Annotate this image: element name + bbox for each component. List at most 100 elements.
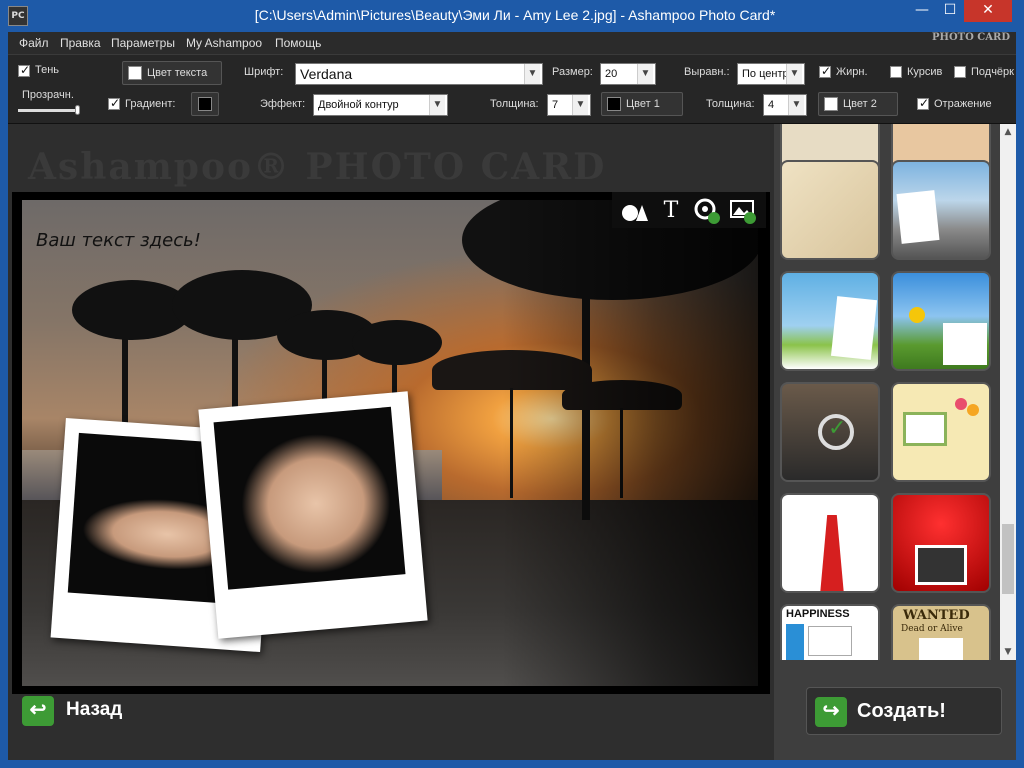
align-label: Выравн.:: [684, 66, 730, 78]
thickness2-value: 4: [768, 99, 775, 111]
window-border-bottom: [0, 760, 1024, 768]
transparency-label: Прозрачн.: [22, 89, 74, 101]
size-value: 20: [605, 68, 618, 80]
shapes-icon[interactable]: [620, 197, 650, 225]
text-toolbar: Тень Цвет текста Шрифт: Verdana ▼ Размер…: [8, 54, 1016, 124]
underline-label: Подчёрк: [971, 66, 1014, 78]
window-border-right: [1016, 32, 1024, 768]
text-icon[interactable]: T: [656, 197, 686, 225]
chevron-down-icon: ▼: [429, 95, 445, 115]
watermark: Ashampoo® PHOTO CARD: [28, 146, 607, 188]
thickness1-label: Толщина:: [490, 98, 539, 110]
thickness2-select[interactable]: 4 ▼: [763, 94, 807, 116]
scroll-down-icon[interactable]: ▼: [1000, 644, 1016, 660]
color1-label: Цвет 1: [626, 98, 660, 110]
menu-file[interactable]: Файл: [19, 36, 49, 50]
window-border-left: [0, 32, 8, 768]
polaroid-photo: [213, 406, 406, 590]
sticker-icon[interactable]: [692, 197, 722, 225]
template-red-carpet[interactable]: [780, 493, 880, 593]
shadow-overlay: [502, 200, 758, 686]
templates-scrollbar[interactable]: ▲ ▼: [1000, 124, 1016, 660]
template-route-66[interactable]: [891, 160, 991, 260]
background-photo[interactable]: Ваш текст здесь!: [22, 200, 758, 686]
app-logo: PHOTO CARD: [931, 32, 1010, 43]
color2-swatch: [824, 97, 838, 111]
create-label: Создать!: [857, 700, 946, 722]
thickness1-select[interactable]: 7 ▼: [547, 94, 591, 116]
text-color-label: Цвет текста: [147, 67, 208, 79]
gradient-color-swatch: [198, 97, 212, 111]
italic-checkbox[interactable]: [890, 66, 902, 78]
template-retro-tv[interactable]: [891, 493, 991, 593]
effect-select[interactable]: Двойной контур ▼: [313, 94, 448, 116]
window-title: [C:\Users\Admin\Pictures\Beauty\Эми Ли -…: [254, 7, 776, 23]
templates-panel: ✓ HAPPINESS WANTED Dead or Alive ▲ ▼: [774, 124, 1016, 760]
gradient-color-button[interactable]: [191, 92, 219, 116]
color1-button[interactable]: Цвет 1: [601, 92, 683, 116]
size-label: Размер:: [552, 66, 593, 78]
title-bar: PC [C:\Users\Admin\Pictures\Beauty\Эми Л…: [0, 0, 1024, 32]
font-value: Verdana: [300, 66, 353, 82]
app-icon[interactable]: PC: [8, 6, 28, 26]
minimize-button[interactable]: —: [908, 0, 936, 22]
palm-crown: [352, 320, 442, 365]
scroll-up-icon[interactable]: ▲: [1000, 124, 1016, 140]
close-button[interactable]: ✕: [964, 0, 1012, 22]
chevron-down-icon: ▼: [637, 64, 653, 84]
scrollbar-thumb[interactable]: [1002, 524, 1014, 594]
text-color-swatch: [128, 66, 142, 80]
template-old-paper[interactable]: [780, 160, 880, 260]
back-button[interactable]: ↩ Назад: [22, 694, 152, 728]
template-wanted[interactable]: WANTED Dead or Alive: [891, 604, 991, 660]
back-label: Назад: [66, 699, 123, 720]
size-select[interactable]: 20 ▼: [600, 63, 656, 85]
menu-my-ashampoo[interactable]: My Ashampoo: [186, 36, 262, 50]
chevron-down-icon: ▼: [524, 64, 540, 84]
wanted-label: WANTED: [903, 608, 970, 623]
menu-settings[interactable]: Параметры: [111, 36, 175, 50]
check-icon: ✓: [828, 416, 847, 441]
color2-button[interactable]: Цвет 2: [818, 92, 898, 116]
template-list: ✓ HAPPINESS WANTED Dead or Alive: [774, 124, 1000, 660]
maximize-button[interactable]: ☐: [936, 0, 964, 22]
transparency-slider[interactable]: [18, 105, 80, 115]
template-happiness-words[interactable]: HAPPINESS: [780, 604, 880, 660]
font-label: Шрифт:: [244, 66, 284, 78]
shadow-label: Тень: [35, 64, 60, 76]
frame-tools: T: [612, 192, 766, 228]
chevron-down-icon: ▼: [786, 64, 802, 84]
color2-label: Цвет 2: [843, 98, 877, 110]
italic-label: Курсив: [907, 66, 943, 78]
workspace: Ashampoo® PHOTO CARD Ваш текст здесь! T: [8, 124, 774, 760]
underline-checkbox[interactable]: [954, 66, 966, 78]
text-color-button[interactable]: Цвет текста: [122, 61, 222, 85]
menu-edit[interactable]: Правка: [60, 36, 101, 50]
slider-thumb[interactable]: [75, 105, 80, 115]
align-select[interactable]: По центру ▼: [737, 63, 805, 85]
bold-checkbox[interactable]: [819, 64, 831, 78]
photo-polaroid-right[interactable]: [198, 391, 428, 639]
shadow-checkbox[interactable]: [18, 63, 30, 77]
card-frame: Ваш текст здесь! T: [12, 192, 770, 694]
font-select[interactable]: Verdana ▼: [295, 63, 543, 85]
caption-text[interactable]: Ваш текст здесь!: [36, 230, 201, 251]
color1-swatch: [607, 97, 621, 111]
menu-help[interactable]: Помощь: [275, 36, 321, 50]
gradient-checkbox[interactable]: [108, 96, 120, 110]
back-arrow-icon: ↩: [22, 696, 54, 726]
reflection-checkbox[interactable]: [917, 96, 929, 110]
template-thank-you[interactable]: [891, 382, 991, 482]
reflection-label: Отражение: [934, 98, 992, 110]
bold-label: Жирн.: [836, 66, 868, 78]
menu-bar: Файл Правка Параметры My Ashampoo Помощь…: [8, 32, 1016, 54]
thickness1-value: 7: [552, 99, 559, 111]
create-button[interactable]: ↪ Создать!: [806, 687, 1002, 735]
template-palm-beach[interactable]: [780, 271, 880, 371]
template-sunflowers[interactable]: [891, 271, 991, 371]
gradient-label: Градиент:: [125, 98, 176, 110]
image-replace-icon[interactable]: [728, 197, 758, 225]
template-current-selected[interactable]: ✓: [780, 382, 880, 482]
thickness2-label: Толщина:: [706, 98, 755, 110]
create-arrow-icon: ↪: [815, 697, 847, 727]
